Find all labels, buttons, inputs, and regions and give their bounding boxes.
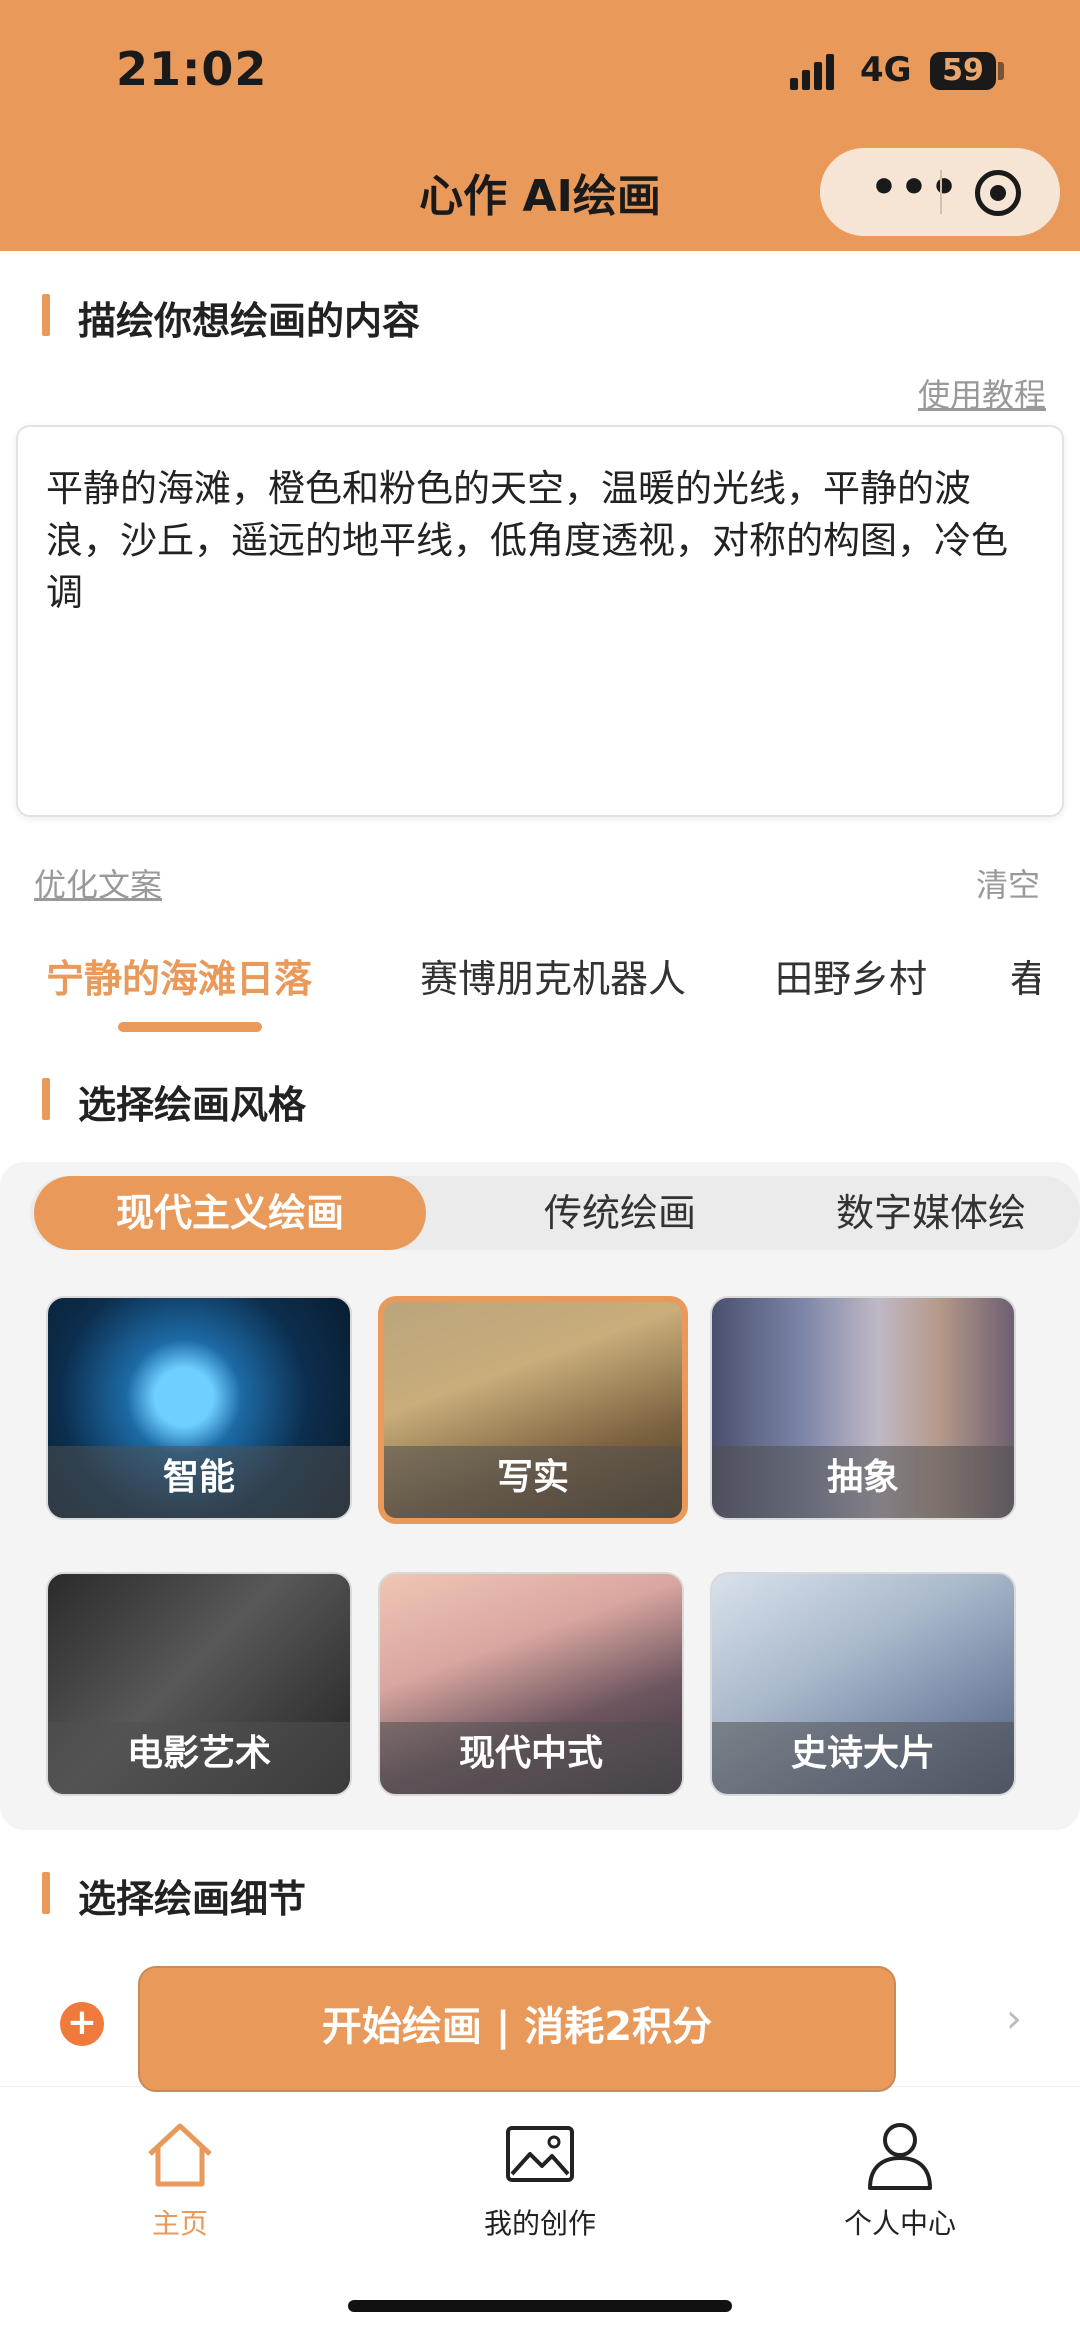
home-icon [148,2123,212,2187]
prompt-input[interactable]: 平静的海滩，橙色和粉色的天空，温暖的光线，平静的波浪，沙丘，遥远的地平线，低角度… [16,425,1064,817]
tab-digital-media[interactable]: 数字媒体绘 [836,1176,1066,1250]
style-card-modern-chinese[interactable]: 现代中式 [378,1572,684,1796]
tab-traditional[interactable]: 传统绘画 [470,1176,770,1250]
details-title: 选择绘画细节 [78,1877,307,1921]
describe-title: 描绘你想绘画的内容 [78,299,421,343]
section-marker [42,1872,50,1914]
preset-spring[interactable]: 春 [1010,948,1040,1003]
tab-my-creations[interactable]: 我的创作 [430,2120,650,2290]
style-label: 史诗大片 [712,1722,1014,1794]
style-label: 写实 [384,1446,682,1518]
tab-home[interactable]: 主页 [70,2120,290,2290]
tab-home-label: 主页 [151,2207,208,2240]
signal-icon [790,54,842,90]
style-card-smart[interactable]: 智能 [46,1296,352,1520]
preset-cyberpunk-robot[interactable]: 赛博朋克机器人 [420,948,686,1003]
mini-program-capsule: ••• [820,148,1060,236]
home-indicator [348,2300,732,2312]
style-label: 抽象 [712,1446,1014,1518]
plus-icon[interactable]: + [60,2002,104,2046]
chevron-right-icon[interactable]: › [1006,1996,1022,2042]
network-type: 4G [860,50,912,90]
preset-countryside[interactable]: 田野乡村 [775,948,927,1003]
optimize-link[interactable]: 优化文案 [34,860,162,906]
tab-modernism[interactable]: 现代主义绘画 [34,1176,426,1250]
style-card-epic[interactable]: 史诗大片 [710,1572,1016,1796]
section-marker [42,1078,50,1120]
style-card-abstract[interactable]: 抽象 [710,1296,1016,1520]
battery-tip [998,62,1004,80]
style-card-film[interactable]: 电影艺术 [46,1572,352,1796]
capsule-divider [940,170,942,214]
prompt-text: 平静的海滩，橙色和粉色的天空，温暖的光线，平静的波浪，沙丘，遥远的地平线，低角度… [46,467,1008,614]
clear-button[interactable]: 清空 [976,860,1040,906]
user-icon [868,2123,932,2190]
start-drawing-button[interactable]: 开始绘画 | 消耗2积分 [138,1966,896,2092]
style-title: 选择绘画风格 [78,1083,307,1127]
status-time: 21:02 [116,42,268,96]
battery-icon: 59 [930,52,996,90]
style-card-realistic[interactable]: 写实 [378,1296,688,1524]
style-label: 现代中式 [380,1722,682,1794]
close-target-icon[interactable] [975,170,1021,216]
style-label: 电影艺术 [48,1722,350,1794]
style-label: 智能 [48,1446,350,1518]
preset-beach-sunset[interactable]: 宁静的海滩日落 [46,948,312,1003]
section-marker [42,294,50,336]
image-icon [506,2126,574,2182]
more-icon[interactable]: ••• [860,148,970,236]
preset-active-indicator [118,1022,262,1032]
tab-profile[interactable]: 个人中心 [790,2120,1010,2290]
tutorial-link[interactable]: 使用教程 [918,370,1046,416]
tab-profile-label: 个人中心 [843,2207,956,2240]
tab-my-creations-label: 我的创作 [483,2207,596,2240]
